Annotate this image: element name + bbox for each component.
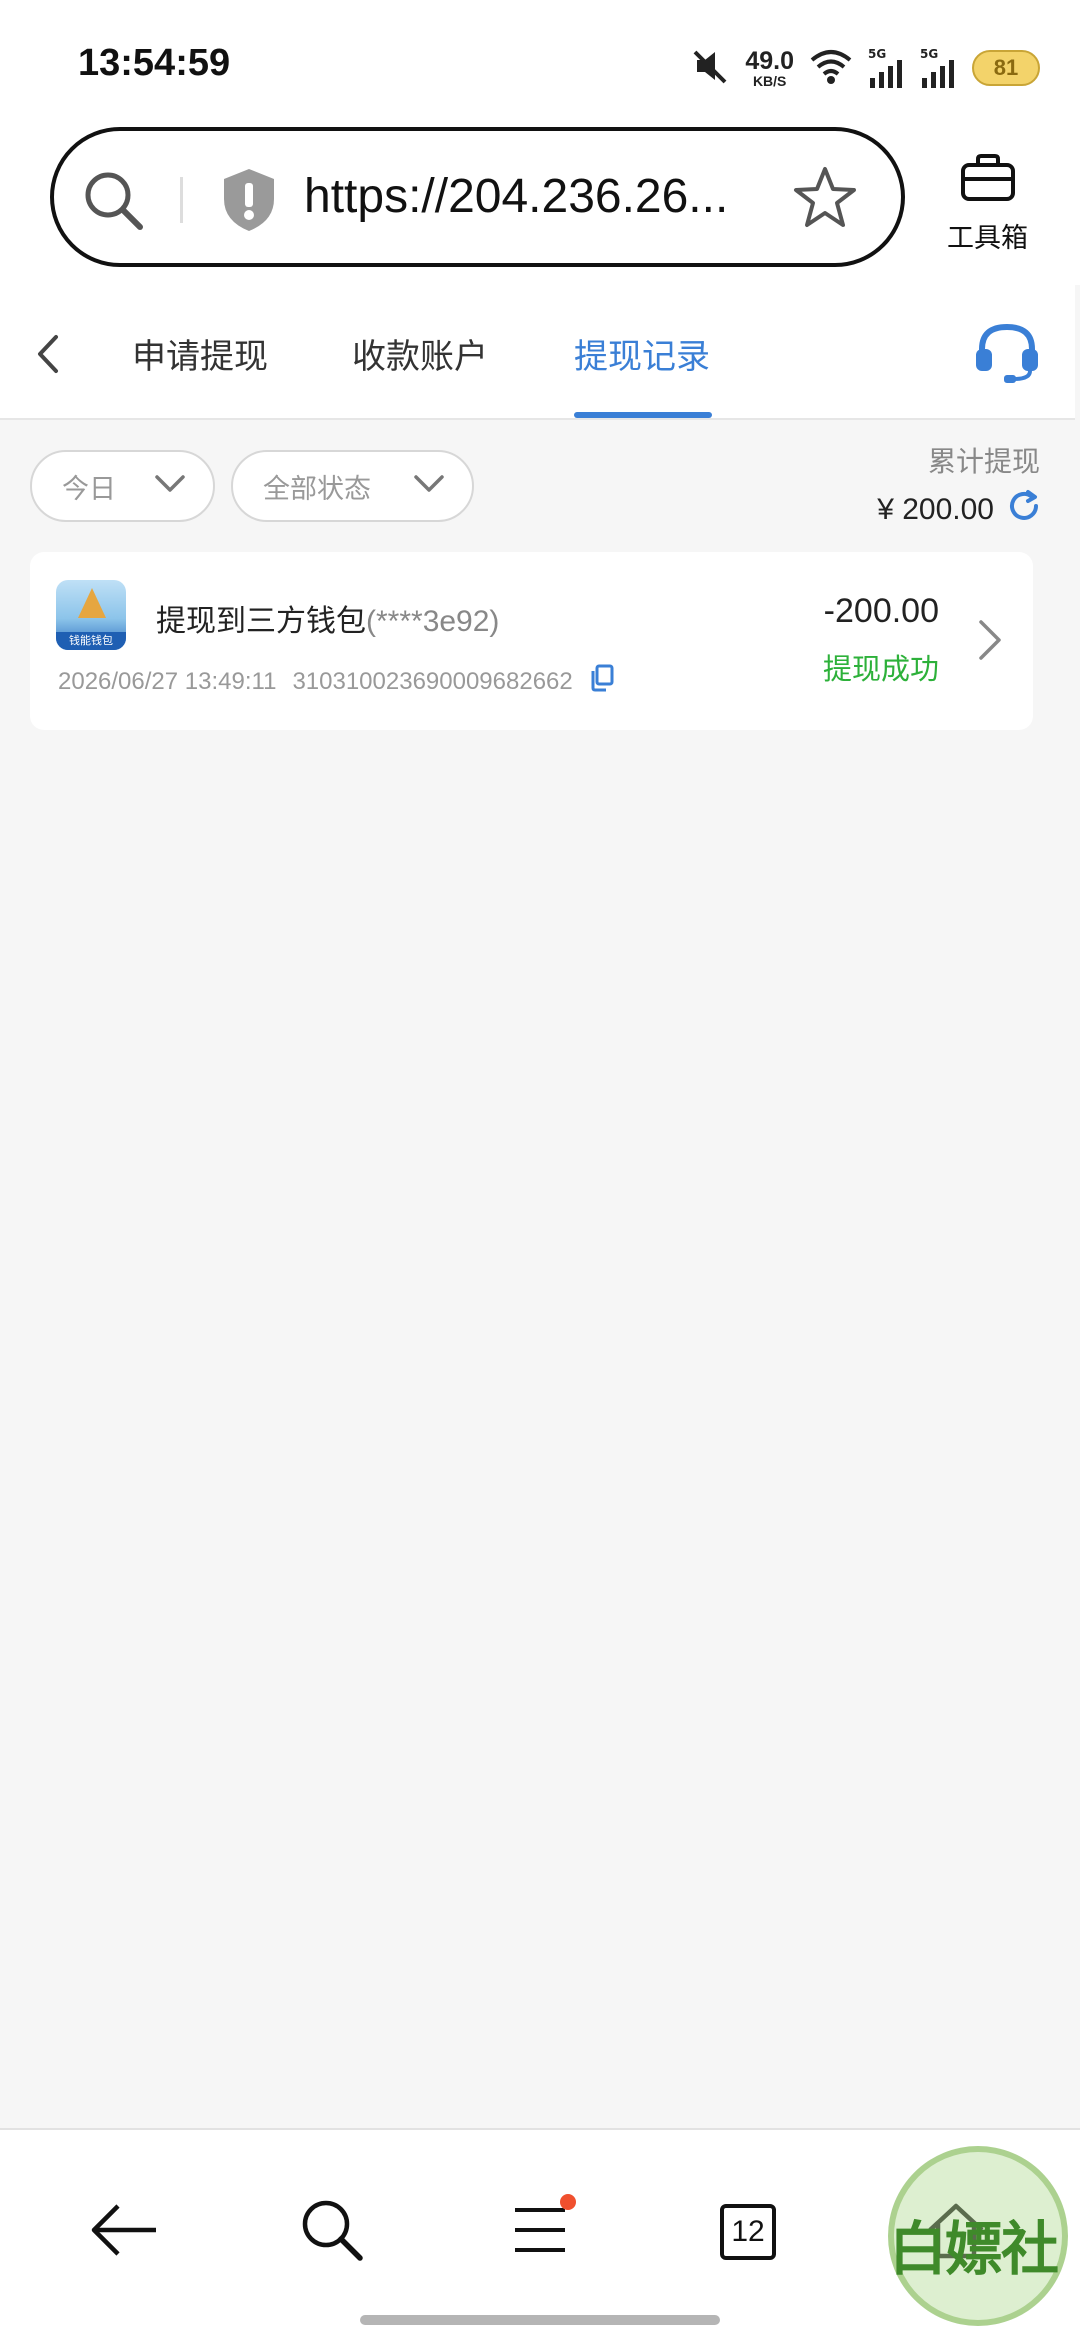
watermark-logo: 白嫖社 xyxy=(868,2136,1078,2336)
nav-back-button[interactable] xyxy=(84,2192,164,2272)
tab-withdraw-records[interactable]: 提现记录 xyxy=(574,329,710,378)
status-bar: 13:54:59 49.0 KB/S 5G 5G 81 xyxy=(0,0,1080,125)
battery-indicator: 81 xyxy=(972,50,1040,86)
tab-apply-withdraw[interactable]: 申请提现 xyxy=(132,329,268,378)
masked-account: (****3e92) xyxy=(366,605,500,638)
tab-count: 12 xyxy=(720,2204,776,2260)
date-filter-label: 今日 xyxy=(62,473,116,505)
shield-warning-icon[interactable] xyxy=(220,167,278,237)
record-title: 提现到三方钱包(****3e92) xyxy=(156,604,500,639)
chevron-down-icon xyxy=(153,471,187,502)
arrow-left-icon xyxy=(88,2202,160,2262)
nav-tabs-button[interactable]: 12 xyxy=(708,2192,788,2272)
mute-icon xyxy=(691,46,731,90)
total-withdraw-label: 累计提现 xyxy=(927,445,1040,478)
status-filter-dropdown[interactable]: 全部状态 xyxy=(231,450,474,522)
status-filter-label: 全部状态 xyxy=(263,473,371,505)
nav-search-button[interactable] xyxy=(292,2192,372,2272)
home-indicator[interactable] xyxy=(360,2315,720,2325)
chevron-left-icon[interactable] xyxy=(28,329,68,383)
record-order-number: 310310023690009682662 xyxy=(292,667,573,695)
bookmark-star-icon[interactable] xyxy=(792,165,858,235)
record-datetime: 2026/06/27 13:49:11 xyxy=(58,667,277,695)
toolbox-label: 工具箱 xyxy=(947,223,1028,254)
total-withdraw-amount: ¥ 200.00 xyxy=(877,488,1042,532)
wifi-icon xyxy=(808,46,854,90)
tab-receiving-account[interactable]: 收款账户 xyxy=(352,329,488,378)
search-icon[interactable] xyxy=(82,169,146,237)
total-withdraw-value: ¥ 200.00 xyxy=(877,493,994,526)
copy-icon[interactable] xyxy=(589,664,615,699)
date-filter-dropdown[interactable]: 今日 xyxy=(30,450,215,522)
menu-icon xyxy=(511,2202,569,2262)
notification-dot xyxy=(560,2194,576,2210)
withdraw-record-card[interactable]: 钱能钱包 提现到三方钱包(****3e92) 2026/06/27 13:49:… xyxy=(30,552,1033,730)
url-text[interactable]: https://204.236.26... xyxy=(304,169,754,224)
address-separator xyxy=(180,177,183,223)
page-tab-bar: 申请提现 收款账户 提现记录 xyxy=(0,285,1075,420)
address-bar[interactable]: https://204.236.26... xyxy=(50,127,905,267)
toolbox-icon xyxy=(959,153,1017,210)
chevron-down-icon xyxy=(412,471,446,502)
browser-toolbar: https://204.236.26... 工具箱 xyxy=(0,125,1080,285)
active-tab-indicator xyxy=(574,412,712,418)
wallet-app-logo: 钱能钱包 xyxy=(56,580,126,650)
status-icons: 49.0 KB/S 5G 5G 81 xyxy=(691,44,1040,92)
signal-icon-1: 5G xyxy=(868,48,906,88)
nav-menu-button[interactable] xyxy=(500,2192,580,2272)
signal-icon-2: 5G xyxy=(920,48,958,88)
net-speed: 49.0 KB/S xyxy=(745,46,794,89)
refresh-icon[interactable] xyxy=(1006,488,1042,532)
record-amount: -200.00 xyxy=(823,592,939,630)
chevron-right-icon[interactable] xyxy=(975,618,1005,666)
record-meta: 2026/06/27 13:49:11 31031002369000968266… xyxy=(58,664,615,699)
search-icon xyxy=(298,2196,366,2268)
toolbox-button[interactable]: 工具箱 xyxy=(935,147,1040,257)
status-time: 13:54:59 xyxy=(78,42,231,84)
watermark-text: 白嫖社 xyxy=(888,2215,1059,2283)
customer-service-headset-icon[interactable] xyxy=(972,321,1042,389)
record-status: 提现成功 xyxy=(822,652,939,686)
